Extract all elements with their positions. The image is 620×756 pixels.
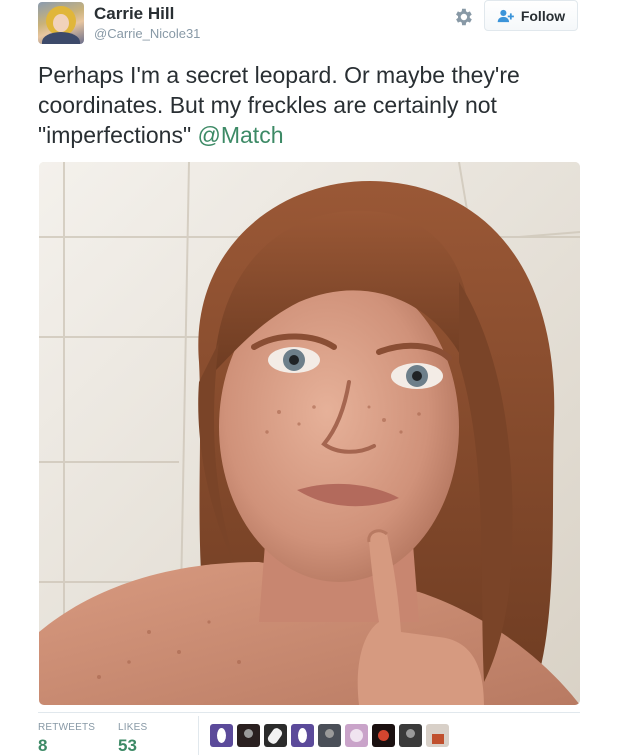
gear-icon[interactable] (452, 6, 474, 28)
selfie-image (39, 162, 580, 705)
liker-avatars (210, 724, 449, 747)
liker-avatar[interactable] (264, 724, 287, 747)
oval-avatar-purple-icon (298, 728, 307, 743)
tweet-photo[interactable] (39, 162, 580, 705)
liker-avatar[interactable] (399, 724, 422, 747)
user-name[interactable]: Carrie Hill (94, 4, 174, 24)
red-glow-icon (378, 730, 389, 741)
follow-button[interactable]: Follow (484, 0, 578, 31)
stats-divider (38, 712, 580, 713)
liker-avatar[interactable] (426, 724, 449, 747)
dark-figure-icon (406, 729, 415, 738)
likes-label: LIKES (118, 722, 148, 733)
light-icon (432, 734, 444, 744)
liker-avatar[interactable] (237, 724, 260, 747)
oval-avatar-purple-icon (217, 728, 226, 743)
likes-stat[interactable]: LIKES 53 (118, 722, 147, 756)
pink-icon (350, 729, 363, 742)
liker-avatar[interactable] (210, 724, 233, 747)
liker-avatar[interactable] (345, 724, 368, 747)
liker-avatar[interactable] (318, 724, 341, 747)
dark-icon (244, 729, 253, 738)
retweets-label: RETWEETS (38, 722, 96, 733)
tweet-card: Carrie Hill @Carrie_Nicole31 Follow Perh… (0, 0, 620, 755)
user-avatar[interactable] (38, 2, 84, 44)
likes-count: 53 (118, 736, 137, 755)
mention-link[interactable]: @Match (198, 122, 284, 148)
hand-icon (266, 726, 284, 746)
retweets-stat[interactable]: RETWEETS 8 (38, 722, 95, 756)
tweet-text: Perhaps I'm a secret leopard. Or maybe t… (38, 60, 588, 150)
follow-label: Follow (520, 7, 566, 24)
add-user-icon (497, 9, 514, 22)
liker-avatar[interactable] (291, 724, 314, 747)
user-handle[interactable]: @Carrie_Nicole31 (94, 26, 200, 41)
portrait-icon (325, 729, 334, 738)
retweets-count: 8 (38, 736, 48, 755)
stats-separator (198, 716, 199, 755)
liker-avatar[interactable] (372, 724, 395, 747)
